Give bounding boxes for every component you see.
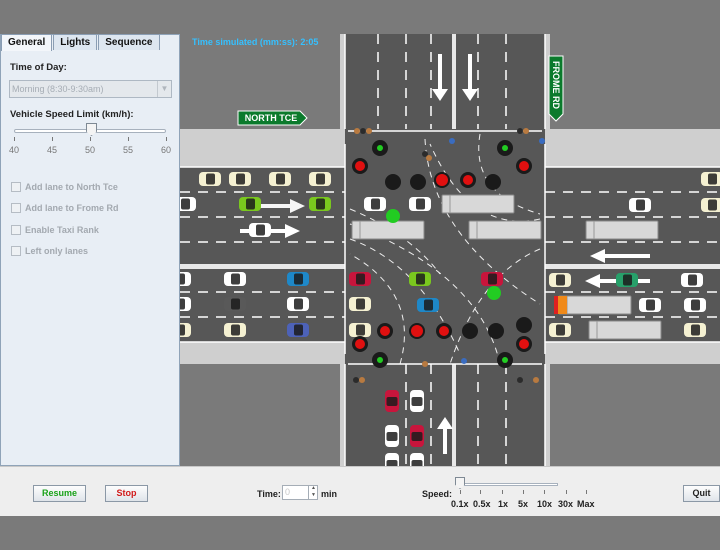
speed-tick-mark	[480, 490, 481, 494]
checkbox-box[interactable]	[11, 182, 21, 192]
tab-general[interactable]: General	[1, 34, 53, 51]
speed-tick-label: 50	[85, 145, 96, 155]
sign-frome-rd-label: FROME RD	[551, 61, 561, 109]
speed-tick-mark	[14, 137, 15, 141]
speed-limit-slider-thumb[interactable]	[86, 123, 97, 136]
time-of-day-label: Time of Day:	[10, 62, 67, 73]
time-of-day-select[interactable]: Morning (8:30-9:30am) ▼	[9, 80, 172, 98]
time-spinner[interactable]: ▲ ▼	[308, 485, 318, 500]
speed-tick-mark	[544, 490, 545, 494]
speed-tick-label: 30x	[558, 499, 574, 509]
speed-tick-mark	[128, 137, 129, 141]
quit-button[interactable]: Quit	[683, 485, 720, 502]
speed-tick-label: 45	[47, 145, 58, 155]
checkbox-add-lane-north-tce[interactable]: Add lane to North Tce	[11, 182, 118, 192]
tab-bar: General Lights Sequence	[1, 34, 161, 51]
checkbox-box[interactable]	[11, 203, 21, 213]
speed-tick-label: 55	[123, 145, 134, 155]
sign-north-tce-label: NORTH TCE	[244, 113, 298, 123]
speed-label: Speed:	[422, 489, 453, 499]
checkbox-box[interactable]	[11, 246, 21, 256]
speed-tick-label: 60	[161, 145, 172, 155]
checkbox-enable-taxi-rank[interactable]: Enable Taxi Rank	[11, 225, 99, 235]
tab-lights[interactable]: Lights	[53, 34, 98, 50]
speed-tick-mark	[502, 490, 503, 494]
intersection-map[interactable]: NORTH TCE FROME RD	[180, 34, 720, 466]
resume-button[interactable]: Resume	[33, 485, 86, 502]
checkbox-label: Enable Taxi Rank	[25, 225, 99, 235]
speed-tick-label: 0.5x	[473, 499, 491, 509]
intersection-drawing	[180, 34, 720, 466]
speed-tick-mark	[52, 137, 53, 141]
speed-tick-mark	[90, 137, 91, 141]
speed-tick-label: 40	[9, 145, 20, 155]
speed-tick-label: 0.1x	[451, 499, 469, 509]
speed-tick-mark	[586, 490, 587, 494]
spinner-down-icon[interactable]: ▼	[311, 492, 316, 498]
checkbox-label: Add lane to North Tce	[25, 182, 118, 192]
speed-tick-mark	[523, 490, 524, 494]
spinner-up-icon[interactable]: ▲	[311, 485, 316, 491]
tab-sequence[interactable]: Sequence	[98, 34, 160, 50]
min-label: min	[321, 489, 338, 499]
speed-limit-label: Vehicle Speed Limit (km/h):	[10, 109, 134, 120]
speed-tick-label: 1x	[498, 499, 509, 509]
checkbox-box[interactable]	[11, 225, 21, 235]
checkbox-add-lane-frome-rd[interactable]: Add lane to Frome Rd	[11, 203, 119, 213]
speed-tick-mark	[166, 137, 167, 141]
control-bar: Resume Stop Time: 0 ▲ ▼ min Speed: 0.1x 0…	[0, 466, 720, 516]
time-simulated-label: Time simulated (mm:ss): 2:05	[192, 37, 319, 47]
speed-tick-label: Max	[577, 499, 595, 509]
checkbox-left-only-lanes[interactable]: Left only lanes	[11, 246, 88, 256]
speed-tick-label: 10x	[537, 499, 553, 509]
speed-slider-track[interactable]	[458, 483, 558, 486]
speed-tick-mark	[566, 490, 567, 494]
time-label: Time:	[257, 489, 281, 499]
time-of-day-value: Morning (8:30-9:30am)	[12, 84, 104, 94]
speed-tick-label: 5x	[518, 499, 529, 509]
checkbox-label: Left only lanes	[25, 246, 89, 256]
app-window: General Lights Sequence Time of Day: Mor…	[0, 0, 720, 550]
checkbox-label: Add lane to Frome Rd	[25, 203, 119, 213]
window-footer	[0, 516, 720, 550]
stop-button[interactable]: Stop	[105, 485, 148, 502]
chevron-down-icon[interactable]: ▼	[157, 81, 171, 97]
speed-slider-thumb[interactable]	[455, 477, 465, 489]
speed-tick-mark	[460, 490, 461, 494]
settings-panel: General Lights Sequence Time of Day: Mor…	[0, 34, 180, 466]
